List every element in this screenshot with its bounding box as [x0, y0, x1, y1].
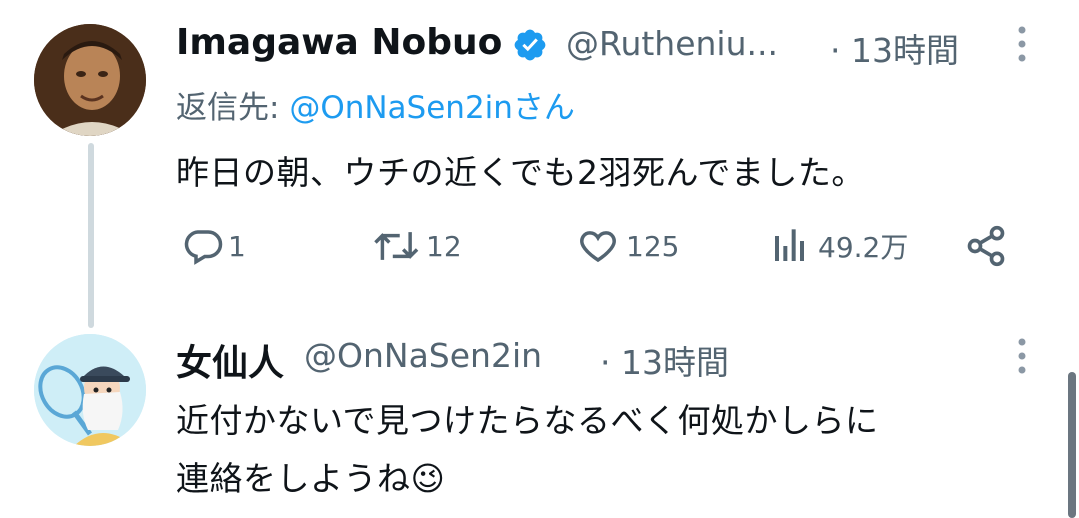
author-avatar[interactable] — [34, 24, 146, 136]
reply-text-line-1: 近付かないで見つけたらなるべく何処かしらに — [176, 401, 879, 440]
verified-badge-icon — [512, 27, 548, 63]
avatar-illustration — [34, 334, 146, 446]
scrollbar-thumb[interactable] — [1068, 372, 1076, 518]
reply-count: 1 — [228, 229, 246, 263]
reply-text-line-2-content: 連絡をしようね — [176, 459, 411, 498]
heart-icon — [580, 231, 616, 263]
reply-author-name[interactable]: 女仙人 — [176, 334, 284, 386]
retweet-button[interactable]: 12 — [372, 224, 462, 268]
retweet-icon — [374, 232, 419, 260]
replying-to-link[interactable]: @OnNaSen2inさん — [289, 90, 575, 126]
more-options-icon[interactable] — [1012, 22, 1032, 66]
like-button[interactable]: 125 — [576, 224, 679, 268]
share-icon[interactable] — [964, 224, 1008, 268]
reply-timestamp[interactable]: · 13時間 — [600, 336, 729, 384]
reply-more-options-icon[interactable] — [1012, 334, 1032, 378]
wink-emoji: 😉 — [410, 459, 446, 498]
views-button[interactable]: 49.2万 — [770, 224, 908, 268]
reply-icon — [184, 230, 223, 265]
replying-to: 返信先: @OnNaSen2inさん — [176, 82, 575, 127]
author-name[interactable]: Imagawa Nobuo — [176, 22, 502, 63]
thread-connector-line — [88, 143, 94, 328]
author-handle[interactable]: @Rutheniu... — [566, 24, 778, 63]
tweet-timestamp[interactable]: · 13時間 — [830, 24, 959, 72]
views-chart-icon — [775, 229, 804, 261]
reply-author-avatar[interactable] — [34, 334, 146, 446]
reply-author-handle[interactable]: @OnNaSen2in — [304, 336, 542, 375]
reply-text-line-2: 連絡をしようね😉 — [176, 452, 445, 500]
like-count: 125 — [626, 229, 680, 263]
views-count: 49.2万 — [818, 231, 909, 264]
reply-button[interactable]: 1 — [182, 224, 246, 268]
replying-to-label: 返信先: — [176, 90, 290, 126]
avatar-photo — [34, 24, 146, 136]
tweet-text: 昨日の朝、ウチの近くでも2羽死んでました。 — [176, 153, 865, 192]
retweet-count: 12 — [426, 229, 462, 263]
